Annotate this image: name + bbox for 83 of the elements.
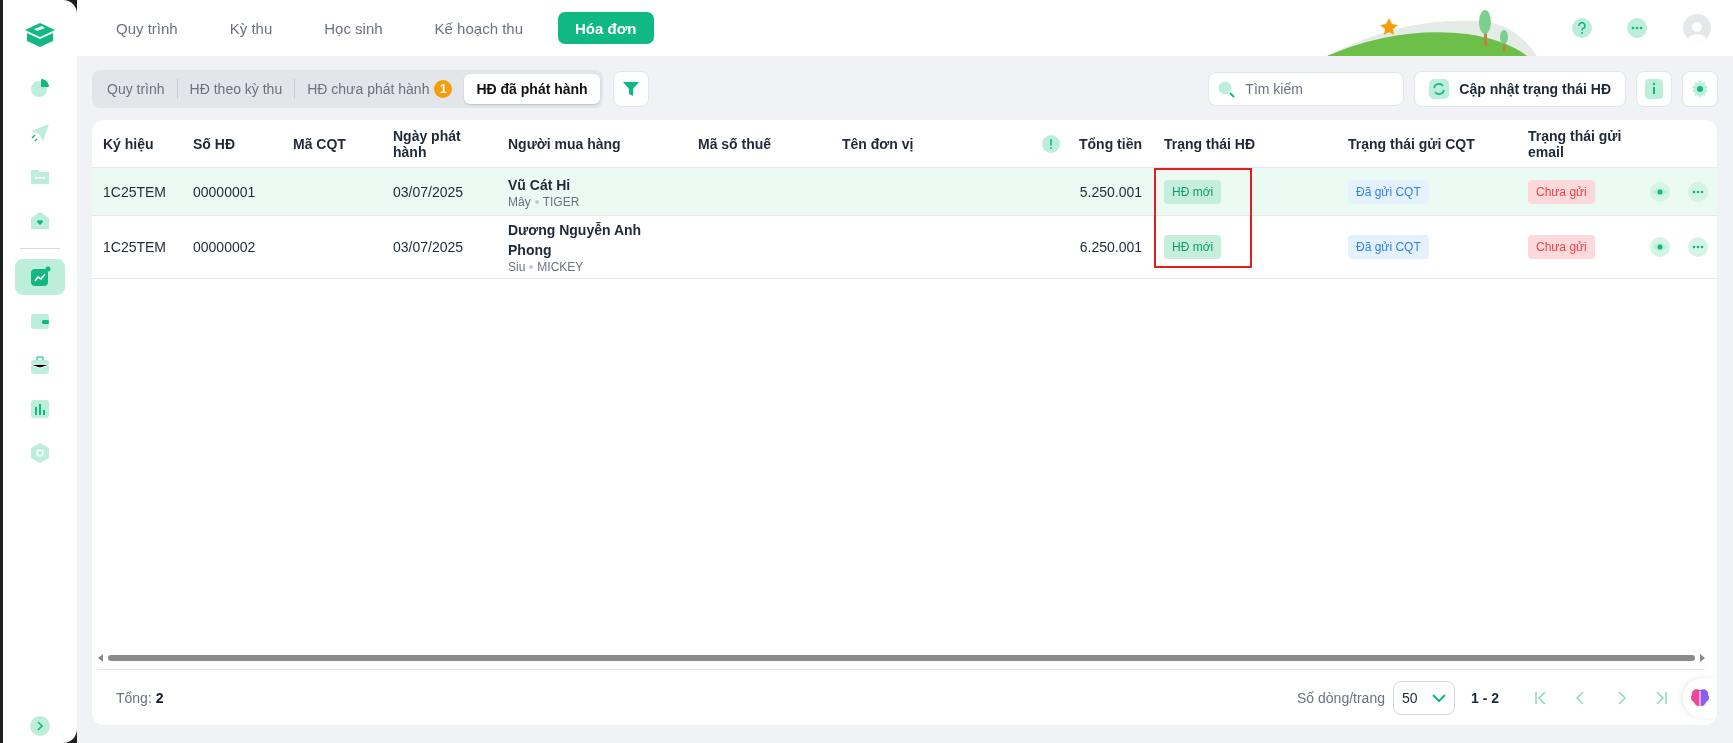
nav-tab[interactable]: Kế hoạch thu: [417, 12, 540, 44]
settings-button[interactable]: [1682, 71, 1718, 107]
bars-icon[interactable]: [29, 398, 51, 420]
view-icon[interactable]: [1650, 237, 1670, 257]
column-header: Số HĐ: [192, 135, 236, 152]
status-badge: Đã gửi CQT: [1348, 179, 1429, 204]
last-page-icon: [1653, 689, 1669, 706]
alert-icon[interactable]: [1041, 134, 1060, 153]
class-name: Mây: [508, 194, 531, 209]
view-icon[interactable]: [1650, 181, 1670, 202]
column-header: Trạng thái gửi CQT: [1347, 135, 1476, 152]
nav-tab[interactable]: Học sinh: [307, 12, 400, 44]
page-range: 1 - 2: [1471, 689, 1499, 706]
assistant-button[interactable]: [1683, 677, 1717, 718]
sub-tab[interactable]: HĐ đã phát hành: [464, 74, 600, 104]
send-icon[interactable]: [29, 121, 51, 143]
page-size-select[interactable]: 50: [1393, 680, 1455, 715]
search-icon: [1217, 80, 1236, 98]
update-status-button[interactable]: Cập nhật trạng thái HĐ: [1414, 71, 1626, 107]
nav-tab[interactable]: Kỳ thu: [212, 12, 290, 44]
more-icon[interactable]: [1687, 181, 1708, 202]
column-header: Tổng tiền: [1078, 135, 1143, 152]
nickname: MICKEY: [537, 260, 584, 274]
status-badge: Chưa gửi: [1528, 179, 1595, 204]
help-icon[interactable]: [1572, 18, 1592, 38]
sub-tab[interactable]: HĐ theo kỳ thu: [177, 74, 295, 104]
buyer-name: Dương Nguyễn Anh Phong: [508, 221, 643, 260]
column-header: Tên đơn vị: [841, 135, 915, 152]
scroll-right-icon[interactable]: [1699, 654, 1705, 662]
horizontal-scrollbar[interactable]: [108, 655, 1695, 661]
table-cell-text: 1C25TEM: [102, 183, 168, 200]
status-badge: Chưa gửi: [1528, 235, 1595, 259]
more-icon[interactable]: [1687, 237, 1708, 257]
expand-icon[interactable]: [30, 716, 50, 736]
sub-tab[interactable]: HĐ chưa phát hành 1: [295, 74, 465, 104]
column-header: Người mua hàng: [507, 135, 622, 152]
status-badge: HĐ mới: [1164, 235, 1222, 259]
table-cell-text: 03/07/2025: [392, 239, 465, 255]
avatar-icon[interactable]: [1683, 14, 1711, 42]
table-row[interactable]: 1C25TEM 00000001 03/07/2025 Vũ Cát Hi Mây TIGER 5.250.001 HĐ mới Đã gửi CQT Chưa gửi: [92, 168, 1717, 216]
status-badge: Đã gửi CQT: [1348, 235, 1429, 259]
column-header: Mã CQT: [292, 135, 347, 152]
separator-dot: [534, 199, 539, 204]
count-badge: 1: [434, 80, 453, 98]
column-header: Ngày phát hành: [392, 127, 462, 160]
scroll-left-icon[interactable]: [98, 654, 104, 662]
hexagon-icon[interactable]: [29, 442, 51, 464]
sidebar-item[interactable]: [15, 259, 65, 295]
class-name: Siu: [508, 260, 526, 274]
refresh-icon: [1429, 79, 1450, 99]
gear-icon: [1690, 79, 1710, 99]
briefcase-icon[interactable]: [29, 354, 51, 376]
info-icon: [1645, 79, 1663, 99]
separator-dot: [529, 265, 534, 269]
table-cell-text: 03/07/2025: [392, 183, 465, 200]
first-page-icon: [1533, 689, 1549, 706]
more-icon[interactable]: [1627, 18, 1647, 38]
total-label: Tổng:: [116, 689, 152, 706]
trend-icon[interactable]: [29, 266, 51, 288]
column-header: Trạng thái HĐ: [1163, 135, 1256, 152]
table-cell-text: 6.250.001: [1078, 239, 1143, 255]
nav-tab[interactable]: Quy trình: [99, 12, 195, 44]
table-cell-text: 00000002: [192, 239, 257, 255]
total-count: 2: [155, 689, 164, 706]
search-field[interactable]: Tìm kiếm: [1208, 72, 1405, 106]
pie-icon[interactable]: [29, 77, 51, 99]
filter-button[interactable]: [612, 71, 649, 107]
nickname: TIGER: [542, 194, 580, 209]
sub-tab[interactable]: Quy trình: [95, 74, 177, 104]
table-cell-text: 00000001: [192, 183, 257, 200]
page-size-label: Số dòng/trang: [1297, 689, 1385, 706]
table-cell-text: 1C25TEM: [102, 239, 168, 255]
buyer-name: Vũ Cát Hi: [508, 175, 572, 195]
column-header: Ký hiệu: [102, 135, 155, 152]
brain-icon: [1689, 687, 1711, 708]
home-icon[interactable]: [29, 209, 51, 231]
table-cell-text: 5.250.001: [1078, 183, 1143, 200]
info-button[interactable]: [1636, 71, 1672, 107]
status-badge: HĐ mới: [1164, 179, 1222, 204]
column-header: Trạng thái gửi email: [1527, 127, 1623, 160]
filter-icon: [621, 80, 640, 98]
chevron-down-icon: [1432, 692, 1446, 703]
column-header: Mã số thuế: [697, 135, 773, 152]
